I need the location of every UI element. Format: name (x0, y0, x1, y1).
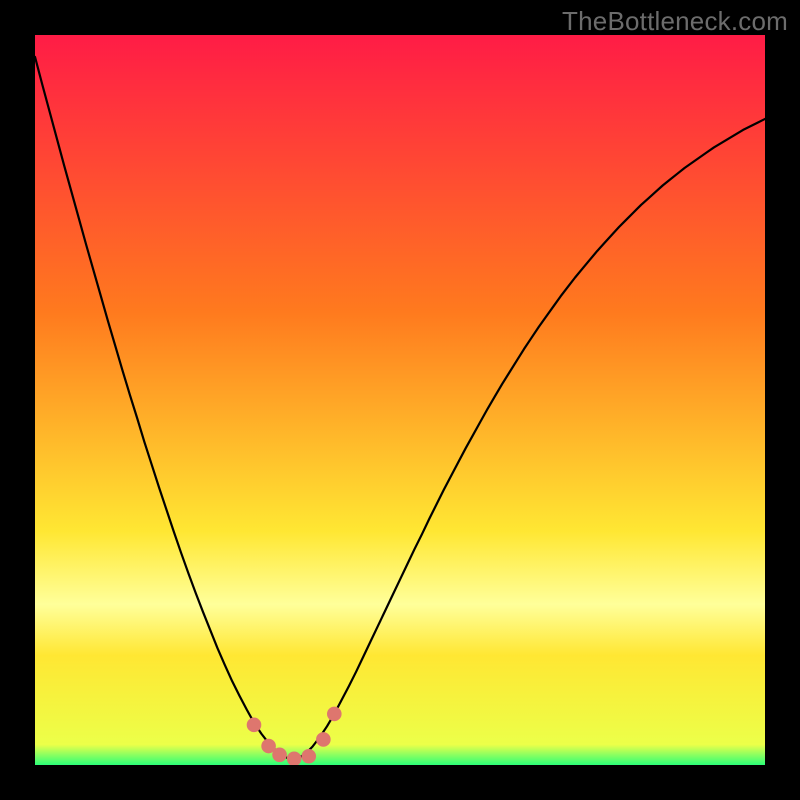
plot-area (35, 35, 765, 765)
curve-marker (301, 749, 316, 764)
chart-frame: TheBottleneck.com (0, 0, 800, 800)
curve-marker (272, 747, 287, 762)
curve-marker (316, 732, 331, 747)
gradient-background (35, 35, 765, 765)
curve-marker (327, 707, 342, 722)
bottleneck-curve-chart (35, 35, 765, 765)
watermark-text: TheBottleneck.com (562, 6, 788, 37)
curve-marker (247, 718, 262, 733)
